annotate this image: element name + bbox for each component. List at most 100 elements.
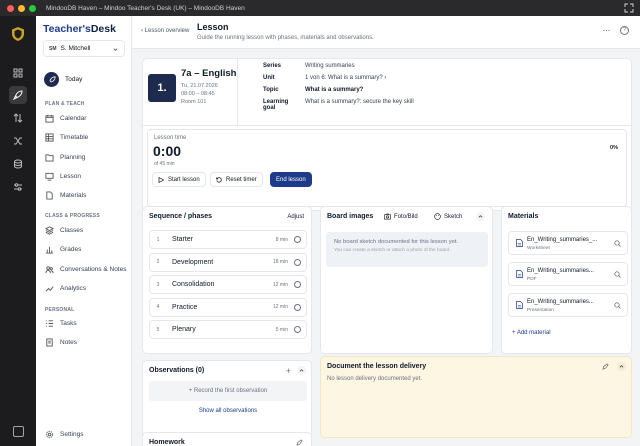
add-observation-icon[interactable]: + — [286, 367, 291, 376]
sidebar-item-today[interactable]: Today — [44, 72, 82, 87]
phase-row[interactable]: 3 Consolidation 12 min — [149, 275, 307, 294]
arrows-updown-icon — [13, 113, 23, 123]
more-options-button[interactable]: ··· — [603, 25, 611, 35]
phase-number: 1 — [156, 236, 160, 243]
file-icon — [516, 270, 523, 278]
sidebar-item-calendar[interactable]: Calendar — [45, 114, 86, 123]
back-link[interactable]: ‹ Lesson overview — [141, 28, 189, 34]
search-icon[interactable] — [614, 302, 621, 309]
sequence-card: Sequence / phases Adjust 1 Starter 8 min 2 D… — [142, 206, 312, 354]
close-window-button[interactable] — [7, 4, 14, 12]
sidebar-item-grades[interactable]: Grades — [45, 245, 81, 254]
timer-percent: 0% — [610, 145, 618, 151]
material-item[interactable]: En_Writing_summaries... PDF — [508, 262, 628, 286]
rocket-icon — [13, 90, 23, 100]
collapse-observations-button[interactable] — [297, 366, 306, 375]
phase-row[interactable]: 1 Starter 8 min — [149, 230, 307, 249]
phase-check-icon[interactable] — [294, 281, 301, 288]
sidebar-item-label: Today — [65, 76, 83, 83]
folder-icon — [45, 154, 54, 162]
sidebar-item-analytics[interactable]: Analytics — [45, 284, 86, 293]
reset-timer-button[interactable]: Reset timer — [210, 172, 263, 187]
collapse-delivery-button[interactable] — [617, 362, 626, 371]
palette-icon — [434, 213, 441, 220]
material-item[interactable]: En_Writing_summaries_... Worksheet — [508, 231, 628, 255]
observations-title: Observations (0) — [149, 367, 205, 374]
materials-title: Materials — [508, 213, 539, 220]
trend-icon — [45, 286, 54, 292]
phase-check-icon[interactable] — [294, 236, 301, 243]
sidebar-item-timetable[interactable]: Timetable — [45, 133, 88, 142]
lesson-delivery-card: Document the lesson delivery No lesson d… — [320, 356, 632, 438]
lesson-room: Room 101 — [181, 99, 207, 105]
layers-icon — [45, 226, 54, 235]
phase-row[interactable]: 4 Practice 12 min — [149, 297, 307, 317]
sidebar-item-settings[interactable]: Settings — [45, 430, 84, 439]
chevron-up-icon — [299, 369, 304, 372]
photo-button[interactable]: Foto/Bild — [384, 213, 418, 220]
table-icon — [45, 133, 54, 142]
phase-duration: 12 min — [272, 304, 288, 310]
sidebar-item-notes[interactable]: Notes — [45, 338, 77, 347]
lesson-info-card: 1. 7a – English Tu, 21.07.2026 08:00 – 0… — [142, 58, 632, 211]
note-icon — [46, 338, 53, 347]
user-selector[interactable]: SM S. Mitchell — [43, 40, 125, 57]
rail-settings-button[interactable] — [9, 178, 27, 196]
record-observation-button[interactable]: + Record the first observation — [149, 381, 307, 401]
sidebar-item-conversations[interactable]: Conversations & Notes — [45, 265, 126, 274]
end-lesson-button[interactable]: End lesson — [270, 172, 312, 187]
sidebar-item-materials[interactable]: Materials — [45, 191, 86, 200]
chevron-down-icon — [113, 48, 118, 51]
timer-label: Lesson time — [154, 135, 187, 141]
sketch-button[interactable]: Sketch — [434, 213, 462, 220]
play-icon — [158, 176, 164, 183]
sidebar-item-planning[interactable]: Planning — [45, 153, 85, 162]
series-label: Series — [263, 63, 282, 69]
collapse-board-button[interactable] — [476, 212, 485, 221]
search-icon[interactable] — [614, 240, 621, 247]
minimize-window-button[interactable] — [18, 4, 25, 12]
chevron-up-icon — [619, 365, 624, 368]
section-plan-teach: PLAN & TEACH — [45, 101, 85, 107]
start-lesson-button[interactable]: Start lesson — [152, 172, 206, 187]
rail-shuffle-button[interactable] — [9, 132, 27, 150]
show-all-observations-link[interactable]: Show all observations — [143, 408, 313, 414]
phase-check-icon[interactable] — [294, 258, 301, 266]
pencil-icon[interactable] — [602, 363, 609, 370]
rail-dashboard-button[interactable] — [9, 64, 27, 82]
material-type: Presentation — [527, 308, 554, 313]
help-icon[interactable]: ? — [620, 26, 629, 35]
adjust-button[interactable]: Adjust — [287, 214, 304, 220]
camera-icon — [384, 213, 391, 220]
class-name: 7a – English — [181, 68, 237, 79]
unit-value[interactable]: 1 von 6: What is a summary? › — [305, 75, 386, 81]
sequence-title: Sequence / phases — [149, 213, 213, 220]
homework-title: Homework — [149, 439, 185, 446]
goal-value: What is a summary?: secure the key skill — [305, 99, 414, 105]
zoom-window-button[interactable] — [29, 4, 36, 12]
material-item[interactable]: En_Writing_summaries... Presentation — [508, 293, 628, 317]
page-header: ‹ Lesson overview Lesson Guide the runni… — [132, 16, 640, 49]
section-class-progress: CLASS & PROGRESS — [45, 213, 100, 219]
sidebar-item-lesson[interactable]: Lesson — [45, 172, 81, 181]
expand-icon[interactable] — [624, 3, 634, 13]
phase-check-icon[interactable] — [294, 303, 301, 311]
sidebar-toggle-icon[interactable] — [13, 426, 24, 437]
file-icon — [516, 239, 523, 247]
pencil-icon[interactable] — [296, 439, 303, 446]
search-icon[interactable] — [614, 271, 621, 278]
topic-value: What is a summary? — [305, 87, 364, 93]
sidebar-item-classes[interactable]: Classes — [45, 226, 83, 235]
phase-name: Development — [172, 258, 214, 266]
phase-check-icon[interactable] — [294, 326, 301, 333]
phase-name: Starter — [172, 236, 194, 243]
sidebar-item-tasks[interactable]: Tasks — [45, 319, 77, 328]
phase-row[interactable]: 5 Plenary 5 min — [149, 320, 307, 339]
phase-row[interactable]: 2 Development 18 min — [149, 252, 307, 272]
rail-lesson-button[interactable] — [9, 86, 27, 104]
phase-duration: 18 min — [272, 259, 288, 265]
series-value: Writing summaries — [305, 63, 355, 69]
rail-database-button[interactable] — [9, 155, 27, 173]
rail-transfer-button[interactable] — [9, 109, 27, 127]
add-material-button[interactable]: + Add material — [512, 330, 551, 336]
